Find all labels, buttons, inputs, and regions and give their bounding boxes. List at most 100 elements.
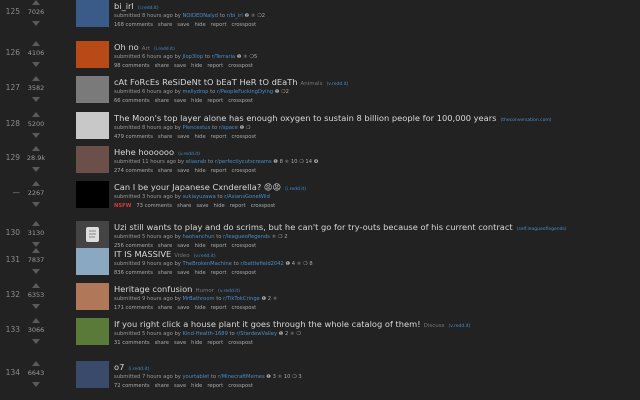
save-button[interactable]: save [177,22,189,28]
post-title[interactable]: The Moon's top layer alone has enough ox… [114,113,496,123]
comments-link[interactable]: 73 comments [136,203,172,209]
hide-button[interactable]: hide [194,168,205,174]
post-domain[interactable]: (self.leagueoflegends) [517,227,567,232]
share-button[interactable]: share [177,203,191,209]
report-button[interactable]: report [207,63,223,69]
crosspost-button[interactable]: crosspost [228,63,253,69]
post-thumbnail[interactable] [76,112,109,139]
report-button[interactable]: report [207,98,223,104]
comments-link[interactable]: 98 comments [114,63,150,69]
hide-button[interactable]: hide [191,98,202,104]
post-subreddit[interactable]: r/MinecraftMemes [218,374,265,380]
downvote-icon[interactable] [32,21,40,26]
crosspost-button[interactable]: crosspost [232,168,257,174]
post-thumbnail[interactable] [76,76,109,103]
downvote-icon[interactable] [32,62,40,67]
upvote-icon[interactable] [32,41,40,46]
post-domain[interactable]: (v.redd.it) [178,152,200,157]
post-subreddit[interactable]: r/Terraria [212,54,235,60]
post-domain[interactable]: (v.redd.it) [326,82,348,87]
post-subreddit[interactable]: r/AsiansGoneWild [224,194,270,200]
comments-link[interactable]: 31 comments [114,340,150,346]
downvote-icon[interactable] [32,167,40,172]
share-button[interactable]: share [158,270,172,276]
post-author[interactable]: Plencestus [182,125,210,131]
crosspost-button[interactable]: crosspost [251,203,276,209]
post-domain[interactable]: (i.redd.it) [285,187,306,192]
post-domain[interactable]: (v.redd.it) [194,254,216,259]
save-button[interactable]: save [174,63,186,69]
post-domain[interactable]: (v.redd.it) [218,289,240,294]
post-title[interactable]: Uzi still wants to play and do scrims, b… [114,222,513,232]
comments-link[interactable]: 168 comments [114,22,153,28]
post-thumbnail[interactable] [76,0,109,27]
comments-link[interactable]: 479 comments [114,134,153,140]
post-thumbnail[interactable] [76,361,109,388]
crosspost-button[interactable]: crosspost [232,22,257,28]
post-thumbnail[interactable] [76,146,109,173]
post-thumbnail[interactable] [76,181,109,208]
report-button[interactable]: report [211,305,227,311]
comments-link[interactable]: 836 comments [114,270,153,276]
post-author[interactable]: TheBrokenMachine [182,261,231,267]
hide-button[interactable]: hide [191,383,202,389]
upvote-icon[interactable] [32,112,40,117]
save-button[interactable]: save [177,134,189,140]
downvote-icon[interactable] [32,133,40,138]
report-button[interactable]: report [211,270,227,276]
post-subreddit[interactable]: r/bi_irl [227,13,243,19]
downvote-icon[interactable] [32,339,40,344]
post-author[interactable]: Kind-Health-1689 [182,331,227,337]
hide-button[interactable]: hide [194,134,205,140]
post-thumbnail[interactable] [76,248,109,275]
upvote-icon[interactable] [32,221,40,226]
hide-button[interactable]: hide [214,203,225,209]
post-title[interactable]: Heritage confusion [114,284,192,294]
save-button[interactable]: save [174,340,186,346]
share-button[interactable]: share [158,22,172,28]
post-author[interactable]: eliasrab [186,159,207,165]
comments-link[interactable]: 171 comments [114,305,153,311]
post-author[interactable]: MrBathroom [182,296,214,302]
crosspost-button[interactable]: crosspost [232,270,257,276]
save-button[interactable]: save [196,203,208,209]
post-subreddit[interactable]: r/space [219,125,238,131]
save-button[interactable]: save [174,98,186,104]
share-button[interactable]: share [158,168,172,174]
crosspost-button[interactable]: crosspost [228,98,253,104]
post-title[interactable]: If you right click a house plant it goes… [114,319,421,329]
post-subreddit[interactable]: r/StardewValley [236,331,277,337]
downvote-icon[interactable] [32,202,40,207]
upvote-icon[interactable] [32,283,40,288]
post-author[interactable]: NOIDEDNalyd [182,13,218,19]
post-thumbnail[interactable] [76,283,109,310]
post-subreddit[interactable]: r/battlefield2042 [240,261,283,267]
save-button[interactable]: save [177,305,189,311]
post-subreddit[interactable]: r/PeopleFuckingDying [217,89,273,95]
post-title[interactable]: IT IS MASSIVE [114,249,171,259]
share-button[interactable]: share [158,134,172,140]
post-author[interactable]: mellydrop [182,89,208,95]
hide-button[interactable]: hide [191,340,202,346]
upvote-icon[interactable] [32,318,40,323]
hide-button[interactable]: hide [194,270,205,276]
report-button[interactable]: report [207,340,223,346]
downvote-icon[interactable] [32,304,40,309]
post-author[interactable]: haohanchun [182,234,214,240]
crosspost-button[interactable]: crosspost [232,305,257,311]
downvote-icon[interactable] [32,382,40,387]
post-domain[interactable]: (v.redd.it) [448,324,470,329]
share-button[interactable]: share [155,63,169,69]
post-thumbnail[interactable] [76,41,109,68]
post-title[interactable]: cAt FoRcEs ReSiDeNt tO bEaT HeR tO dEaTh [114,77,298,87]
comments-link[interactable]: 66 comments [114,98,150,104]
post-title[interactable]: Hehe hoooooo [114,147,174,157]
post-domain[interactable]: (i.redd.it) [128,367,149,372]
hide-button[interactable]: hide [194,22,205,28]
post-subreddit[interactable]: r/TikTokCringe [223,296,260,302]
save-button[interactable]: save [174,383,186,389]
crosspost-button[interactable]: crosspost [228,340,253,346]
save-button[interactable]: save [177,270,189,276]
upvote-icon[interactable] [32,146,40,151]
share-button[interactable]: share [155,98,169,104]
